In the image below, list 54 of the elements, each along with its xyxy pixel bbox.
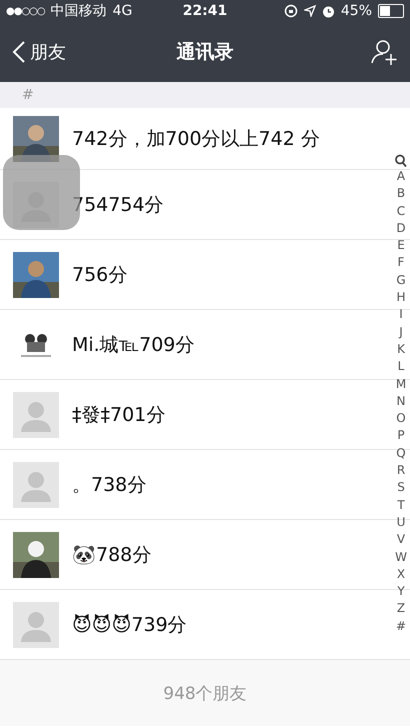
index-letter[interactable]: G (396, 272, 406, 290)
index-letter[interactable]: B (396, 185, 406, 203)
index-letter[interactable]: H (396, 289, 406, 306)
network-type: 4G (112, 3, 132, 19)
index-letter[interactable]: W (395, 548, 407, 566)
index-letter[interactable]: A (396, 168, 406, 186)
search-icon[interactable] (395, 154, 407, 168)
location-icon (304, 5, 316, 17)
index-letter[interactable]: R (396, 462, 406, 480)
index-letter[interactable]: M (396, 376, 406, 393)
index-letter[interactable]: S (397, 479, 405, 497)
index-letter[interactable]: X (396, 566, 406, 584)
contact-name: 🐼788分 (72, 542, 152, 568)
contact-name: 742分，加700分以上742 分 (72, 126, 320, 152)
section-header: # (22, 87, 34, 103)
index-letter[interactable]: Z (396, 600, 406, 618)
index-letter[interactable]: E (397, 237, 405, 254)
index-letter[interactable]: L (398, 358, 404, 376)
index-letter[interactable]: F (398, 254, 404, 272)
contact-name: ‡發‡701分 (72, 402, 166, 428)
contact-name: Mi.城℡709分 (72, 332, 194, 358)
index-letter[interactable]: V (396, 531, 406, 549)
friend-count: 948个朋友 (163, 682, 247, 704)
battery-icon (378, 4, 404, 18)
index-letter[interactable]: D (396, 220, 406, 238)
contact-name: 756分 (72, 262, 128, 288)
battery-percent: 45% (340, 3, 372, 19)
index-letter[interactable]: Y (397, 583, 405, 600)
alarm-icon (322, 4, 335, 18)
index-letter[interactable]: N (396, 392, 406, 410)
rotation-lock-icon (284, 4, 298, 18)
index-letter[interactable]: # (396, 618, 406, 636)
index-letter[interactable]: K (397, 340, 405, 358)
signal-strength: ●●○○○ (6, 6, 45, 16)
add-friend-icon[interactable] (370, 38, 398, 66)
default-avatar-icon (13, 392, 59, 438)
index-letter[interactable]: U (396, 514, 406, 532)
default-avatar-icon (13, 602, 59, 648)
index-letter[interactable]: T (397, 496, 405, 514)
default-avatar-icon (13, 462, 59, 508)
back-chevron-icon (12, 41, 26, 63)
contact-name: 754754分 (72, 192, 164, 218)
index-letter[interactable]: Q (396, 444, 406, 462)
page-title: 通讯录 (176, 41, 234, 63)
index-letter[interactable]: C (396, 202, 406, 220)
index-letter[interactable]: P (397, 427, 405, 445)
contact-name: 😈😈😈739分 (72, 612, 187, 638)
carrier: 中国移动 (50, 2, 107, 20)
index-letter[interactable]: I (399, 306, 403, 324)
contact-name: 。738分 (72, 472, 146, 498)
clock: 22:41 (182, 3, 228, 19)
index-letter[interactable]: O (396, 410, 406, 428)
back-button[interactable]: 朋友 (12, 40, 66, 64)
index-letter[interactable]: J (399, 324, 403, 341)
